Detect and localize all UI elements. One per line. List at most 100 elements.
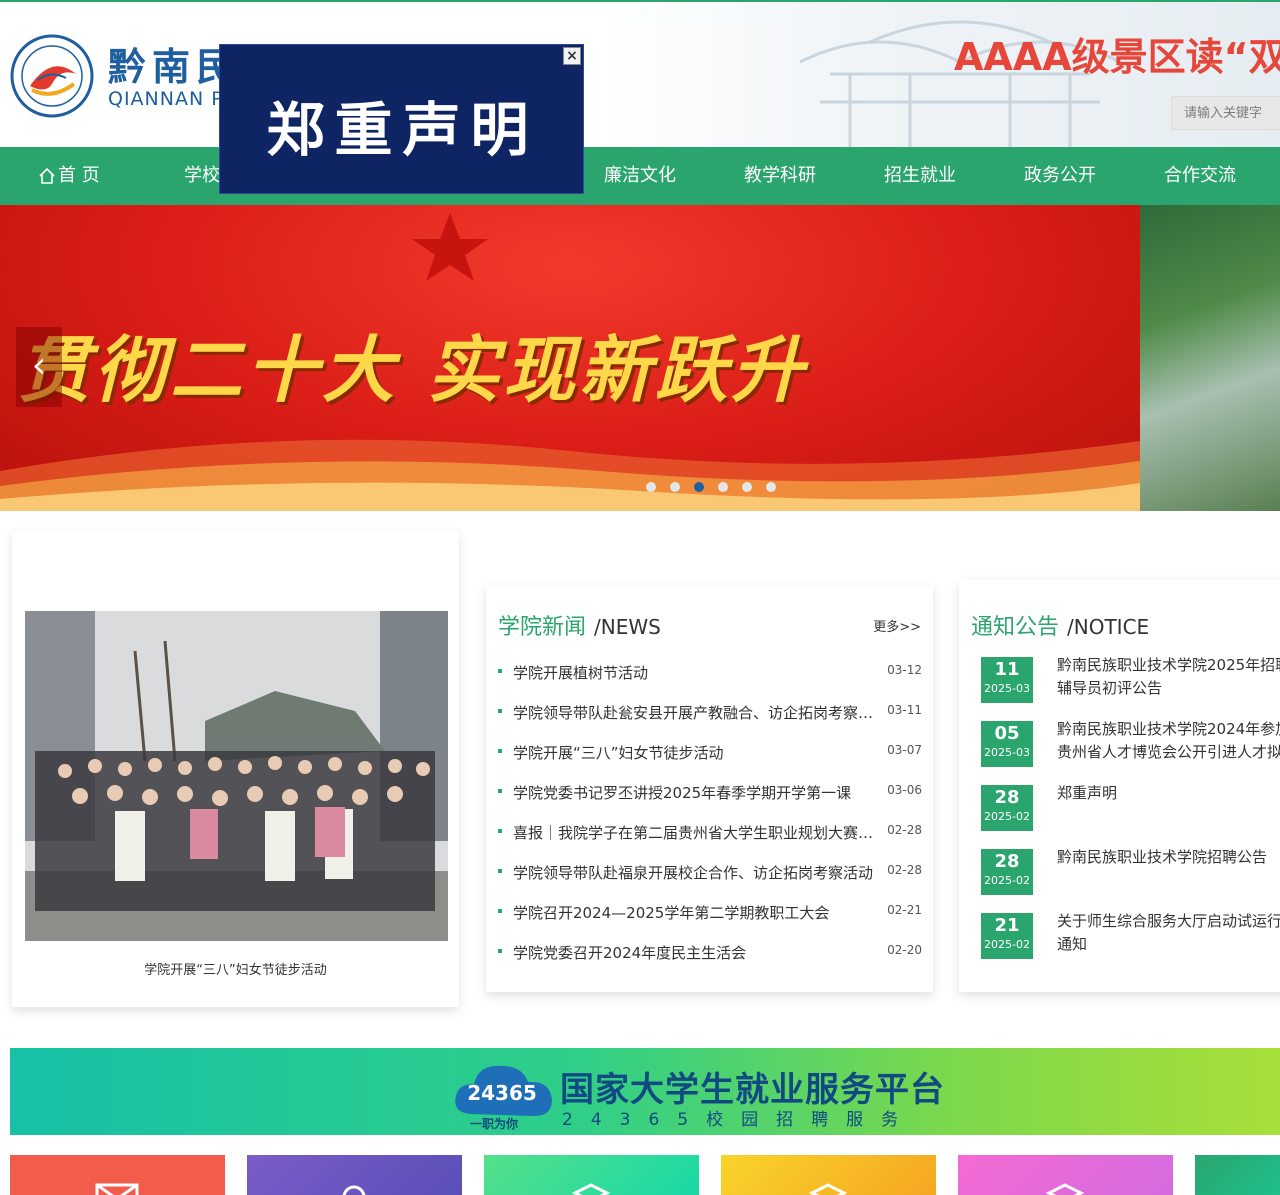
photo-caption[interactable]: 学院开展“三八”妇女节徒步活动 xyxy=(12,959,459,978)
search-icon xyxy=(342,1185,366,1195)
notice-day: 05 xyxy=(994,723,1020,744)
carousel-dot[interactable] xyxy=(766,482,776,492)
hero-carousel[interactable]: 贯彻二十大 实现新跃升 ‹ xyxy=(0,205,1280,511)
carousel-dot[interactable] xyxy=(718,482,728,492)
search-input[interactable] xyxy=(1172,97,1280,129)
nav-item-integrity[interactable]: 廉洁文化 xyxy=(604,147,676,205)
notice-item-title[interactable]: 郑重声明 xyxy=(1057,782,1280,805)
quick-tile-6[interactable] xyxy=(1195,1155,1280,1195)
notice-item-title[interactable]: 黔南民族职业技术学院2025年招聘辅导员初评公告 xyxy=(1057,654,1280,700)
news-item-title[interactable]: 学院领导带队赴福泉开展校企合作、访企拓岗考察活动 xyxy=(513,862,881,883)
news-item-date: 02-28 xyxy=(887,863,922,877)
nav-item-teaching[interactable]: 教学科研 xyxy=(744,147,816,205)
cloud-logo-number: 24365 xyxy=(467,1081,537,1105)
bullet-icon xyxy=(498,909,502,913)
site-header: 黔南民族职业技术学院 QIANNAN POLYTECHNIC FOR NATIO… xyxy=(0,2,1280,147)
bullet-icon xyxy=(498,709,502,713)
bullet-icon xyxy=(498,829,502,833)
notice-year-month: 2025-02 xyxy=(984,810,1030,823)
news-item-title[interactable]: 学院党委召开2024年度民主生活会 xyxy=(513,942,881,963)
news-item-date: 03-11 xyxy=(887,703,922,717)
school-logo-icon[interactable] xyxy=(10,34,94,118)
notice-title-en: /NOTICE xyxy=(1067,615,1150,639)
bullet-icon xyxy=(498,749,502,753)
news-item-date: 02-28 xyxy=(887,823,922,837)
popup-title[interactable]: 郑重声明 xyxy=(220,83,585,167)
notice-day: 28 xyxy=(994,787,1020,808)
notice-day: 28 xyxy=(994,851,1020,872)
notice-item-title[interactable]: 黔南民族职业技术学院2024年参加贵州省人才博览会公开引进人才拟聘 xyxy=(1057,718,1280,764)
news-item[interactable]: 学院开展“三八”妇女节徒步活动 03-07 xyxy=(498,742,922,762)
news-item-date: 02-20 xyxy=(887,943,922,957)
notice-day: 11 xyxy=(994,659,1020,680)
notice-item[interactable]: 28 2025-02 郑重声明 xyxy=(981,782,1280,831)
platform-title[interactable]: 国家大学生就业服务平台 xyxy=(560,1062,945,1111)
notice-year-month: 2025-02 xyxy=(984,938,1030,951)
nav-item-government[interactable]: 政务公开 xyxy=(1024,147,1096,205)
employment-platform-banner[interactable]: 24365 一职为你 国家大学生就业服务平台 24365校园招聘服务 xyxy=(10,1048,1280,1135)
nav-item-cooperation[interactable]: 合作交流 xyxy=(1164,147,1236,205)
box-icon xyxy=(571,1183,611,1195)
mail-icon xyxy=(95,1183,139,1195)
banner-waves xyxy=(0,439,1140,511)
notice-heading: 通知公告/NOTICE xyxy=(971,609,1149,641)
notice-item[interactable]: 05 2025-03 黔南民族职业技术学院2024年参加贵州省人才博览会公开引进人… xyxy=(981,718,1280,767)
notice-year-month: 2025-03 xyxy=(984,746,1030,759)
notice-item[interactable]: 21 2025-02 关于师生综合服务大厅启动试运行的通知 xyxy=(981,910,1280,959)
news-item-title[interactable]: 学院领导带队赴瓮安县开展产教融合、访企拓岗考察活动 xyxy=(513,702,881,723)
news-item-date: 03-07 xyxy=(887,743,922,757)
quick-tile-3[interactable] xyxy=(484,1155,699,1195)
quick-tile-search[interactable] xyxy=(247,1155,462,1195)
close-icon[interactable]: × xyxy=(563,47,581,65)
quick-tile-4[interactable] xyxy=(721,1155,936,1195)
news-item[interactable]: 学院党委书记罗丕讲授2025年春季学期开学第一课 03-06 xyxy=(498,782,922,802)
nav-item-admission[interactable]: 招生就业 xyxy=(884,147,956,205)
news-item[interactable]: 喜报｜我院学子在第二届贵州省大学生职业规划大赛中获佳绩 02-28 xyxy=(498,822,922,842)
news-item-date: 03-12 xyxy=(887,663,922,677)
news-item[interactable]: 学院党委召开2024年度民主生活会 02-20 xyxy=(498,942,922,962)
carousel-dot[interactable] xyxy=(646,482,656,492)
carousel-dot[interactable] xyxy=(670,482,680,492)
notice-item[interactable]: 11 2025-03 黔南民族职业技术学院2025年招聘辅导员初评公告 xyxy=(981,654,1280,703)
platform-subtitle: 24365校园招聘服务 xyxy=(562,1110,917,1130)
notice-item-title[interactable]: 关于师生综合服务大厅启动试运行的通知 xyxy=(1057,910,1280,956)
box-icon xyxy=(808,1183,848,1195)
news-title: 学院新闻 xyxy=(498,615,587,640)
notice-item-title[interactable]: 黔南民族职业技术学院招聘公告 xyxy=(1057,846,1280,869)
news-item[interactable]: 学院领导带队赴瓮安县开展产教融合、访企拓岗考察活动 03-11 xyxy=(498,702,922,722)
news-item-title[interactable]: 学院开展植树节活动 xyxy=(513,662,881,683)
carousel-dot[interactable] xyxy=(742,482,752,492)
news-item[interactable]: 学院领导带队赴福泉开展校企合作、访企拓岗考察活动 02-28 xyxy=(498,862,922,882)
notice-date-badge: 11 2025-03 xyxy=(981,657,1033,703)
notice-panel: 通知公告/NOTICE 11 2025-03 黔南民族职业技术学院2025年招聘辅… xyxy=(959,580,1280,992)
news-item-date: 02-21 xyxy=(887,903,922,917)
box-icon xyxy=(1045,1183,1085,1195)
featured-photo-card[interactable]: 学院开展“三八”妇女节徒步活动 xyxy=(12,531,459,1007)
quick-tile-5[interactable] xyxy=(958,1155,1173,1195)
news-item-title[interactable]: 学院党委书记罗丕讲授2025年春季学期开学第一课 xyxy=(513,782,881,803)
news-heading: 学院新闻/NEWS xyxy=(498,609,661,641)
notice-date-badge: 28 2025-02 xyxy=(981,849,1033,895)
news-item[interactable]: 学院开展植树节活动 03-12 xyxy=(498,662,922,682)
notice-year-month: 2025-02 xyxy=(984,874,1030,887)
notice-item[interactable]: 28 2025-02 黔南民族职业技术学院招聘公告 xyxy=(981,846,1280,895)
news-item[interactable]: 学院召开2024—2025学年第二学期教职工大会 02-21 xyxy=(498,902,922,922)
news-panel: 学院新闻/NEWS 更多>> 学院开展植树节活动 03-12 学院领导带队赴瓮安县… xyxy=(486,585,933,992)
star-icon xyxy=(412,213,488,281)
news-item-date: 03-06 xyxy=(887,783,922,797)
announcement-popup[interactable]: 郑重声明 × xyxy=(219,44,584,194)
cloud-logo-slogan: 一职为你 xyxy=(470,1116,518,1130)
news-more-link[interactable]: 更多>> xyxy=(873,616,921,635)
featured-photo[interactable] xyxy=(25,611,448,941)
carousel-dot-active[interactable] xyxy=(694,482,704,492)
header-slogan: AAAA级景区读“双高” xyxy=(954,35,1280,79)
news-item-title[interactable]: 喜报｜我院学子在第二届贵州省大学生职业规划大赛中获佳绩 xyxy=(513,822,881,843)
quick-tile-mail[interactable] xyxy=(10,1155,225,1195)
news-item-title[interactable]: 学院开展“三八”妇女节徒步活动 xyxy=(513,742,881,763)
news-item-title[interactable]: 学院召开2024—2025学年第二学期教职工大会 xyxy=(513,902,881,923)
nav-item-home[interactable]: 首 页 xyxy=(38,147,100,205)
notice-title: 通知公告 xyxy=(971,615,1060,640)
banner-headline: 贯彻二十大 实现新跃升 xyxy=(18,327,808,412)
carousel-prev-button[interactable]: ‹ xyxy=(16,327,62,407)
search-box[interactable] xyxy=(1171,96,1280,130)
